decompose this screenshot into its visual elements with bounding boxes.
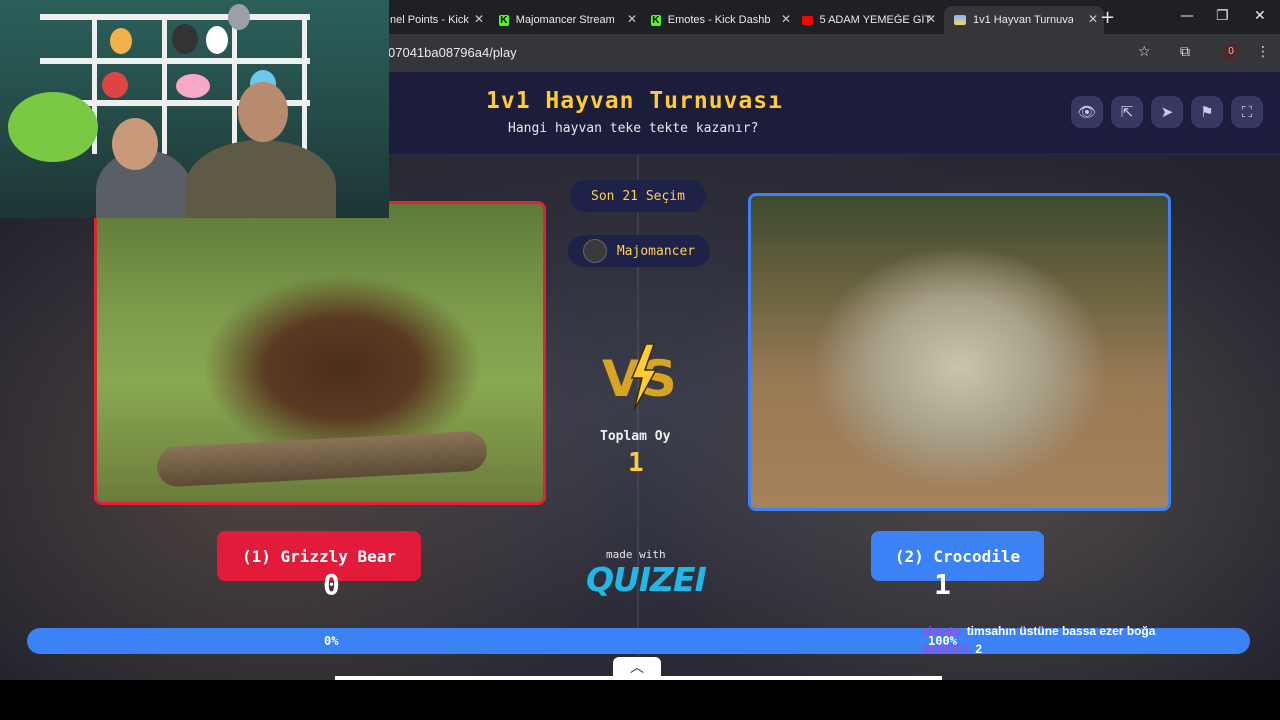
tab-hayvan-turnuvasi[interactable]: 1v1 Hayvan Turnuvası ✕ xyxy=(944,6,1104,34)
close-icon[interactable]: ✕ xyxy=(474,12,484,26)
host-name: Majomancer xyxy=(616,243,696,259)
shelf xyxy=(40,14,310,20)
page-subtitle: Hangi hayvan teke tekte kazanır? xyxy=(508,121,759,136)
option-image-grizzly-bear[interactable] xyxy=(94,201,546,505)
close-icon[interactable]: ✕ xyxy=(781,12,791,26)
tab-kick-points[interactable]: nel Points - Kick ✕ xyxy=(390,6,490,34)
share-icon[interactable]: ⇱ xyxy=(1111,96,1143,128)
quizei-logo[interactable]: QUIZEI xyxy=(586,560,707,599)
kick-icon: K xyxy=(499,14,509,26)
kick-icon: K xyxy=(651,14,661,26)
vote-button-crocodile[interactable]: (2) Crocodile xyxy=(871,531,1044,581)
option-image-crocodile[interactable] xyxy=(748,193,1171,511)
host-badge: Majomancer xyxy=(568,235,710,267)
menu-icon[interactable]: ⋮ xyxy=(1256,44,1270,60)
tab-label: Majomancer Stream xyxy=(515,14,615,26)
plush-toy xyxy=(110,28,132,54)
plush-toy xyxy=(176,74,210,98)
votes-count-right: 1 xyxy=(934,568,951,601)
fullscreen-icon[interactable]: ⛶ xyxy=(1231,96,1263,128)
vs-icon: VS xyxy=(602,343,677,411)
minimize-icon[interactable]: — xyxy=(1180,8,1194,24)
chat-message: deli0707 2 xyxy=(922,642,982,656)
plush-toy xyxy=(228,4,250,30)
tab-label: 1v1 Hayvan Turnuvası xyxy=(973,14,1073,26)
close-icon[interactable]: ✕ xyxy=(627,12,637,26)
plush-toy xyxy=(102,72,128,98)
vote-button-grizzly-bear[interactable]: (1) Grizzly Bear xyxy=(217,531,421,581)
chat-text: 2 xyxy=(975,642,983,656)
streamer-right-body xyxy=(186,140,336,218)
total-votes-value: 1 xyxy=(628,448,644,478)
flag-icon[interactable]: ⚑ xyxy=(1191,96,1223,128)
chat-text: timsahın üstüne bassa ezer boğa xyxy=(966,624,1156,638)
avatar xyxy=(582,239,607,263)
log-shape xyxy=(156,430,488,488)
votes-count-left: 0 xyxy=(323,568,340,601)
window-close-icon[interactable]: ✕ xyxy=(1254,8,1266,24)
youtube-icon xyxy=(802,15,813,25)
chat-username: deli0707 xyxy=(922,642,970,656)
shelf xyxy=(162,14,167,154)
plush-toy xyxy=(206,26,228,54)
close-icon[interactable]: ✕ xyxy=(926,12,936,26)
tab-emotes[interactable]: K Emotes - Kick Dashb ✕ xyxy=(647,6,797,34)
quizei-icon xyxy=(954,15,966,25)
tab-majomancer-stream[interactable]: K Majomancer Stream ✕ xyxy=(495,6,643,34)
page-title: 1v1 Hayvan Turnuvası xyxy=(486,88,783,114)
new-tab-icon[interactable]: + xyxy=(1100,7,1115,28)
streamer-left-head xyxy=(112,118,158,170)
eye-icon[interactable]: 👁 xyxy=(1071,96,1103,128)
chat-username: simatu xyxy=(922,624,961,638)
close-icon[interactable]: ✕ xyxy=(1088,12,1098,26)
bulbasaur-plush xyxy=(8,92,98,162)
shelf xyxy=(40,58,310,64)
send-icon[interactable]: ➤ xyxy=(1151,96,1183,128)
plush-toy xyxy=(172,24,198,54)
tab-youtube-video[interactable]: 5 ADAM YEMEĞE GİT ✕ xyxy=(798,6,942,34)
bookmark-star-icon[interactable]: ☆ xyxy=(1138,44,1151,60)
tab-label: 5 ADAM YEMEĞE GİT xyxy=(819,14,932,26)
webcam-overlay xyxy=(0,0,389,218)
extension-icon[interactable]: ⧉ xyxy=(1180,44,1190,60)
percent-left: 0% xyxy=(324,634,339,648)
url-field[interactable]: 07041ba08796a4/play xyxy=(388,45,517,60)
center-divider xyxy=(637,154,639,680)
total-votes-label: Toplam Oy xyxy=(600,429,671,444)
tab-label: Emotes - Kick Dashb xyxy=(667,14,771,26)
maximize-icon[interactable]: ❐ xyxy=(1216,8,1229,24)
bottom-scroll-indicator xyxy=(335,676,942,680)
shelf xyxy=(232,14,237,154)
shelf xyxy=(302,14,307,154)
chat-message: simatu timsahın üstüne bassa ezer boğa xyxy=(922,624,1155,638)
round-badge: Son 21 Seçim xyxy=(570,180,706,212)
profile-avatar[interactable]: 0 xyxy=(1222,43,1240,61)
streamer-right-head xyxy=(238,82,288,142)
